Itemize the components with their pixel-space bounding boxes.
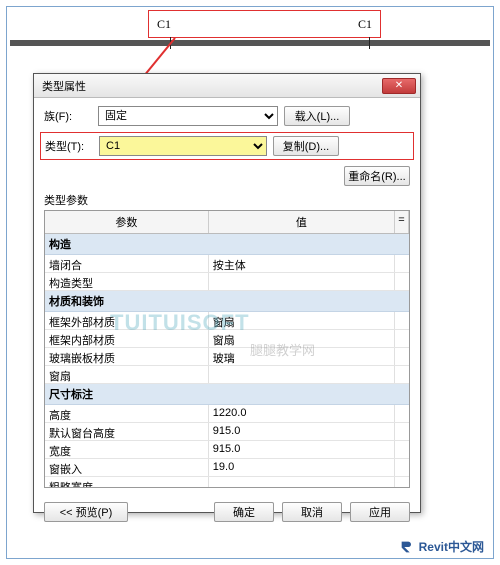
param-row[interactable]: 构造类型 xyxy=(45,273,409,291)
param-name: 高度 xyxy=(45,405,209,422)
param-name: 默认窗台高度 xyxy=(45,423,209,440)
param-row[interactable]: 窗嵌入19.0 xyxy=(45,459,409,477)
type-properties-dialog: 类型属性 ✕ 族(F): 固定 载入(L)... 类型(T): C1 复制(D)… xyxy=(33,73,421,513)
duplicate-button[interactable]: 复制(D)... xyxy=(273,136,339,156)
ok-button[interactable]: 确定 xyxy=(214,502,274,522)
param-value[interactable]: 窗扇 xyxy=(209,330,395,347)
param-value[interactable]: 915.0 xyxy=(209,423,395,440)
type-combo[interactable]: C1 xyxy=(99,136,267,156)
family-combo[interactable]: 固定 xyxy=(98,106,278,126)
col-param-header: 参数 xyxy=(45,211,209,233)
revit-icon xyxy=(399,539,415,555)
col-eq-header: = xyxy=(395,211,409,233)
param-row[interactable]: 窗扇 xyxy=(45,366,409,384)
param-eq xyxy=(395,477,409,488)
param-eq xyxy=(395,255,409,272)
param-row[interactable]: 玻璃嵌板材质玻璃 xyxy=(45,348,409,366)
window-tag-right: C1 xyxy=(358,17,372,32)
param-eq xyxy=(395,273,409,290)
param-value[interactable]: 915.0 xyxy=(209,441,395,458)
param-value[interactable] xyxy=(209,366,395,383)
param-eq xyxy=(395,312,409,329)
param-eq xyxy=(395,366,409,383)
load-button[interactable]: 载入(L)... xyxy=(284,106,350,126)
window-tag-left: C1 xyxy=(157,17,171,32)
param-name: 粗略宽度 xyxy=(45,477,209,488)
param-eq xyxy=(395,348,409,365)
plan-view-labels: C1 C1 xyxy=(148,10,381,38)
param-row[interactable]: 框架内部材质窗扇 xyxy=(45,330,409,348)
param-eq xyxy=(395,459,409,476)
type-label: 类型(T): xyxy=(45,138,93,154)
dialog-titlebar: 类型属性 ✕ xyxy=(34,74,420,98)
group-name: 构造 xyxy=(49,236,405,252)
param-value[interactable]: 1220.0 xyxy=(209,405,395,422)
param-value[interactable]: 窗扇 xyxy=(209,312,395,329)
param-value[interactable] xyxy=(209,273,395,290)
param-eq xyxy=(395,441,409,458)
group-name: 尺寸标注 xyxy=(49,386,405,402)
param-name: 构造类型 xyxy=(45,273,209,290)
dialog-title: 类型属性 xyxy=(42,78,86,94)
param-name: 窗嵌入 xyxy=(45,459,209,476)
param-row[interactable]: 宽度915.0 xyxy=(45,441,409,459)
param-group-header[interactable]: 材质和装饰 xyxy=(45,291,409,312)
type-params-label: 类型参数 xyxy=(44,192,410,208)
close-button[interactable]: ✕ xyxy=(382,78,416,94)
col-value-header: 值 xyxy=(209,211,395,233)
param-row[interactable]: 默认窗台高度915.0 xyxy=(45,423,409,441)
param-name: 窗扇 xyxy=(45,366,209,383)
param-value[interactable]: 按主体 xyxy=(209,255,395,272)
param-group-header[interactable]: 尺寸标注 xyxy=(45,384,409,405)
param-name: 框架外部材质 xyxy=(45,312,209,329)
param-name: 宽度 xyxy=(45,441,209,458)
param-value[interactable] xyxy=(209,477,395,488)
rename-button[interactable]: 重命名(R)... xyxy=(344,166,410,186)
param-eq xyxy=(395,423,409,440)
brand-text: Revit中文网 xyxy=(419,538,484,555)
param-group-header[interactable]: 构造 xyxy=(45,234,409,255)
group-name: 材质和装饰 xyxy=(49,293,405,309)
param-row[interactable]: 粗略宽度 xyxy=(45,477,409,488)
param-name: 玻璃嵌板材质 xyxy=(45,348,209,365)
param-value[interactable]: 19.0 xyxy=(209,459,395,476)
apply-button[interactable]: 应用 xyxy=(350,502,410,522)
grid-body[interactable]: 构造墙闭合按主体构造类型材质和装饰框架外部材质窗扇框架内部材质窗扇玻璃嵌板材质玻… xyxy=(45,234,409,488)
param-eq xyxy=(395,405,409,422)
param-eq xyxy=(395,330,409,347)
preview-button[interactable]: << 预览(P) xyxy=(44,502,128,522)
dialog-footer: << 预览(P) 确定 取消 应用 xyxy=(34,494,420,530)
brand-footer: Revit中文网 xyxy=(399,538,484,555)
param-value[interactable]: 玻璃 xyxy=(209,348,395,365)
param-row[interactable]: 高度1220.0 xyxy=(45,405,409,423)
param-name: 框架内部材质 xyxy=(45,330,209,347)
family-label: 族(F): xyxy=(44,108,92,124)
param-row[interactable]: 框架外部材质窗扇 xyxy=(45,312,409,330)
param-name: 墙闭合 xyxy=(45,255,209,272)
param-grid: 参数 值 = 构造墙闭合按主体构造类型材质和装饰框架外部材质窗扇框架内部材质窗扇… xyxy=(44,210,410,488)
plan-section xyxy=(10,40,490,46)
param-row[interactable]: 墙闭合按主体 xyxy=(45,255,409,273)
grid-header: 参数 值 = xyxy=(45,211,409,234)
cancel-button[interactable]: 取消 xyxy=(282,502,342,522)
